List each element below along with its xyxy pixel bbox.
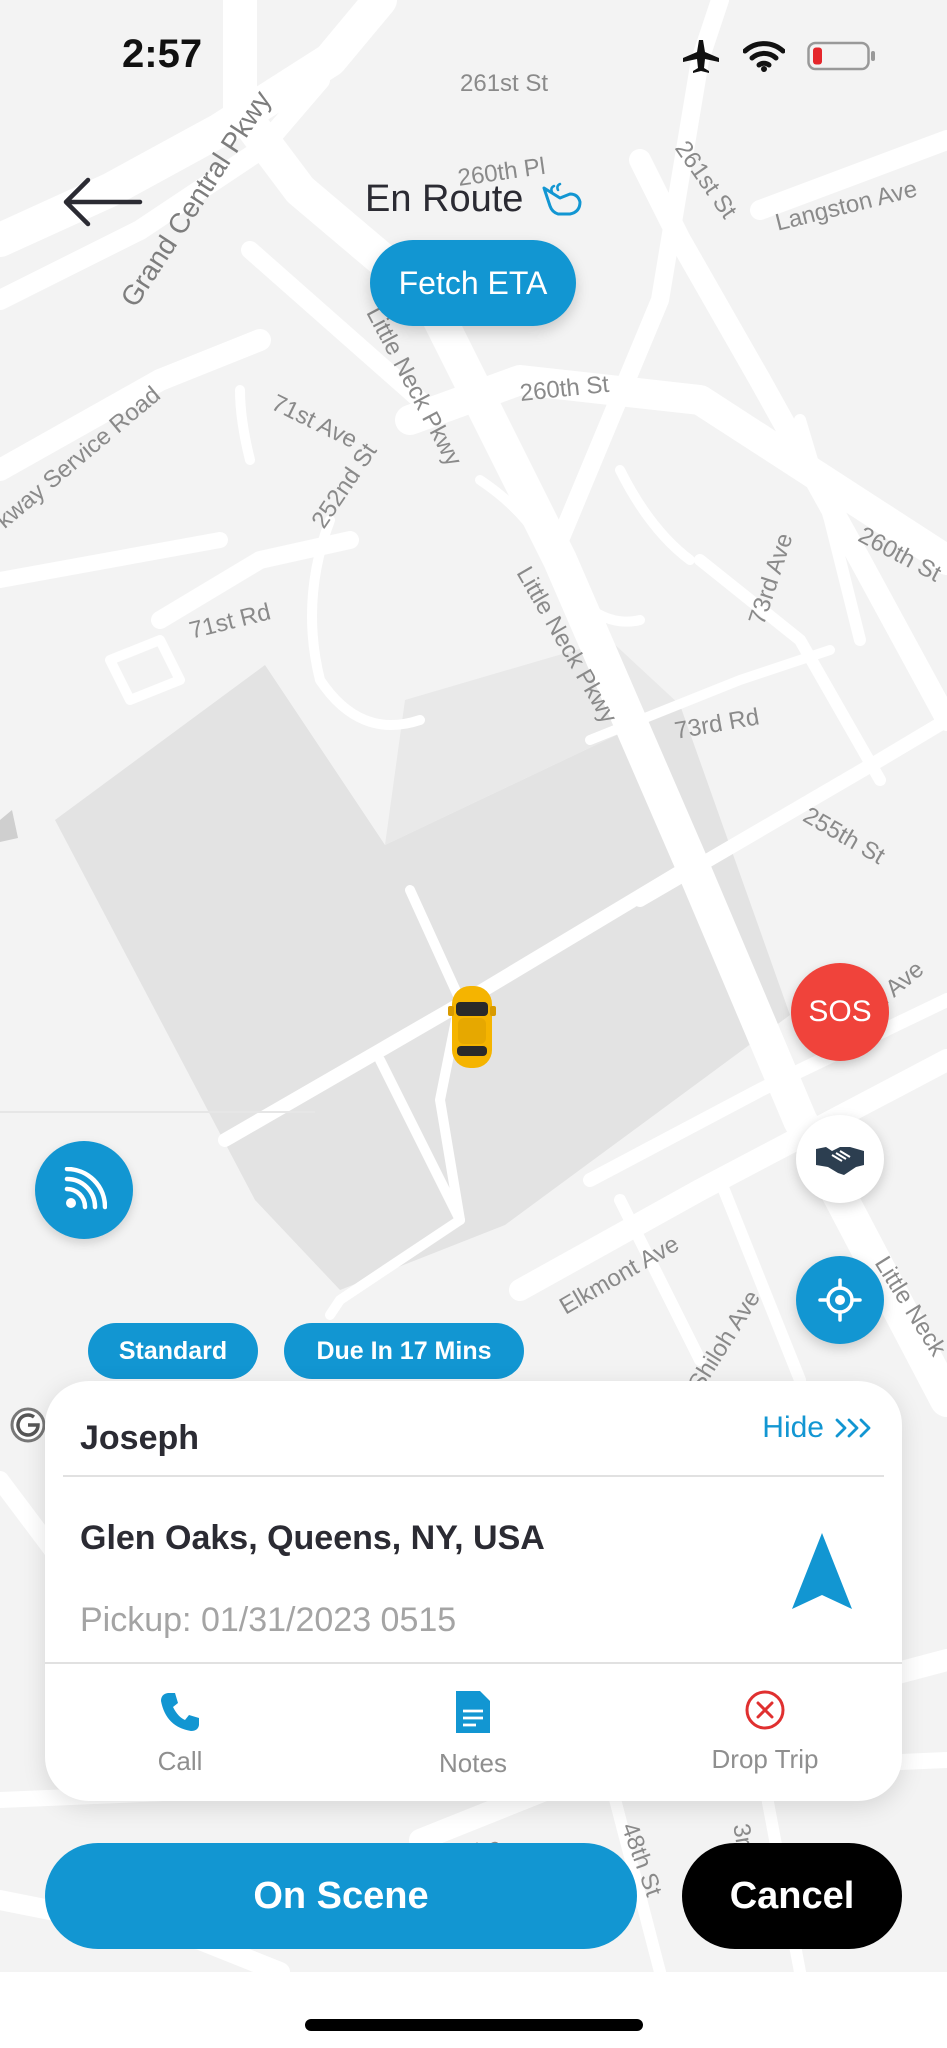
phone-icon <box>161 1693 199 1731</box>
notes-label: Notes <box>439 1748 507 1778</box>
home-indicator[interactable] <box>305 2019 643 2031</box>
pickup-address: Glen Oaks, Queens, NY, USA <box>80 1519 545 1557</box>
navigation-arrow-icon <box>792 1533 852 1609</box>
trip-card: Joseph Hide Glen Oaks, Queens, NY, USA P… <box>45 1381 902 1801</box>
navigate-button[interactable] <box>790 1531 854 1616</box>
hide-label: Hide <box>762 1411 824 1444</box>
document-icon <box>456 1691 490 1733</box>
drop-trip-button[interactable]: Drop Trip <box>665 1689 865 1775</box>
signal-button[interactable] <box>35 1141 133 1239</box>
sos-button[interactable]: SOS <box>791 963 889 1061</box>
status-icons <box>681 38 877 79</box>
call-button[interactable]: Call <box>80 1689 280 1777</box>
page-title: En Route <box>365 178 524 220</box>
on-scene-button[interactable]: On Scene <box>45 1843 637 1949</box>
handshake-icon <box>816 1147 864 1175</box>
handshake-button[interactable] <box>796 1115 884 1203</box>
call-label: Call <box>157 1746 203 1776</box>
locate-button[interactable] <box>796 1256 884 1344</box>
arrow-left-icon <box>63 177 143 227</box>
yellow-car-icon <box>448 984 496 1075</box>
hide-button[interactable]: Hide <box>762 1411 874 1445</box>
x-circle-icon <box>745 1690 785 1730</box>
crosshair-locate-icon <box>818 1278 862 1322</box>
google-logo-icon <box>8 1405 48 1445</box>
airplane-icon <box>681 38 721 79</box>
divider <box>45 1662 902 1664</box>
wifi-signal-icon <box>64 1167 107 1210</box>
status-time: 2:57 <box>122 32 203 76</box>
fetch-eta-button[interactable]: Fetch ETA <box>370 240 576 326</box>
battery-low-icon <box>807 40 877 77</box>
due-time-badge: Due In 17 Mins <box>284 1323 524 1379</box>
hand-pointer-icon[interactable] <box>540 182 584 223</box>
back-button[interactable] <box>60 170 144 234</box>
pickup-time: Pickup: 01/31/2023 0515 <box>80 1601 457 1639</box>
service-type-badge: Standard <box>88 1323 258 1379</box>
drop-trip-label: Drop Trip <box>711 1744 819 1774</box>
chevrons-right-icon <box>835 1418 871 1438</box>
bottom-safe-area <box>0 1972 947 2048</box>
notes-button[interactable]: Notes <box>373 1689 573 1779</box>
passenger-name: Joseph <box>80 1419 200 1457</box>
divider <box>63 1475 884 1477</box>
cancel-button[interactable]: Cancel <box>682 1843 902 1949</box>
wifi-icon <box>742 40 786 77</box>
status-bar: 2:57 <box>0 0 947 110</box>
